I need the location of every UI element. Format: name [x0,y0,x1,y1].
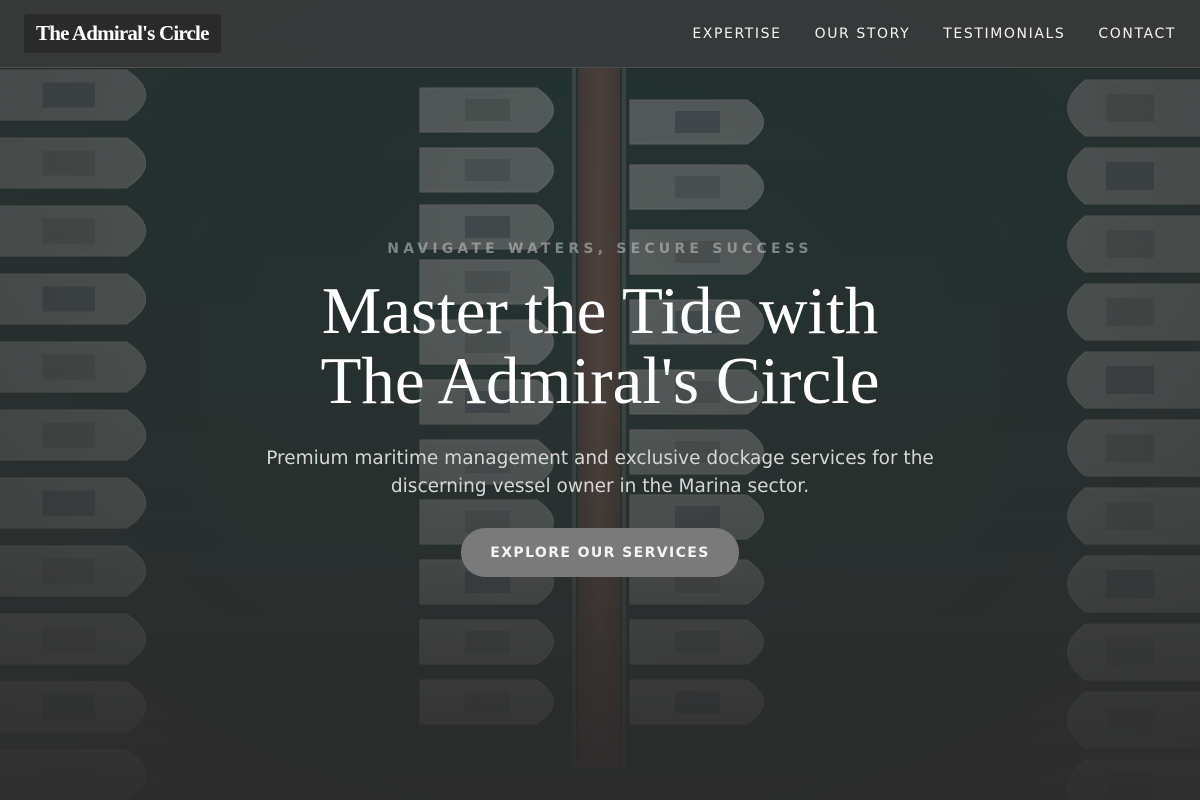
hero-subtitle: Premium maritime management and exclusiv… [250,445,950,501]
site-logo[interactable]: The Admiral's Circle [24,14,221,53]
hero-section: NAVIGATE WATERS, SECURE SUCCESS Master t… [0,0,1200,800]
hero-subtitle-line-1: Premium maritime management and exclusiv… [266,448,934,469]
site-header: The Admiral's Circle EXPERTISE OUR STORY… [0,0,1200,68]
hero-title: Master the Tide with The Admiral's Circl… [0,276,1200,416]
hero-subtitle-line-2: discerning vessel owner in the Marina se… [390,476,810,497]
explore-services-button[interactable]: EXPLORE OUR SERVICES [461,528,739,577]
nav-link-testimonials[interactable]: TESTIMONIALS [943,26,1065,42]
hero-title-line-2: The Admiral's Circle [320,344,880,418]
main-nav: EXPERTISE OUR STORY TESTIMONIALS CONTACT [692,26,1176,42]
nav-link-expertise[interactable]: EXPERTISE [692,26,781,42]
nav-link-our-story[interactable]: OUR STORY [815,26,911,42]
hero-eyebrow: NAVIGATE WATERS, SECURE SUCCESS [387,241,813,257]
hero-title-line-1: Master the Tide with [321,274,879,348]
nav-link-contact[interactable]: CONTACT [1098,26,1176,42]
